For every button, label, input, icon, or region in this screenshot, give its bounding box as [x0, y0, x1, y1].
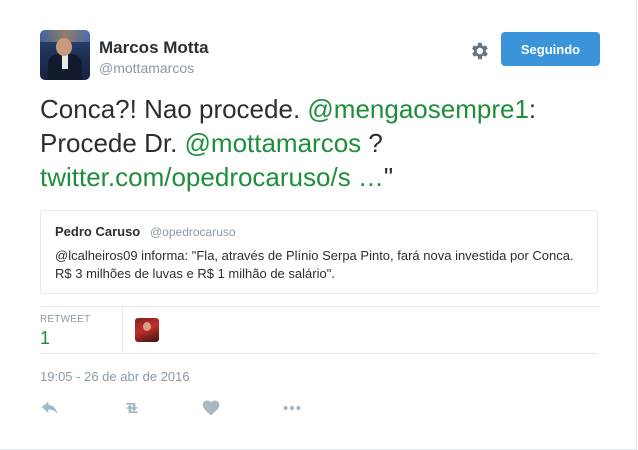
retweeter-avatar[interactable] [135, 318, 159, 342]
user-handle[interactable]: @mottamarcos [99, 60, 194, 76]
retweet-stat-label: RETWEET [40, 314, 91, 325]
tweet-timestamp[interactable]: 19:05 - 26 de abr de 2016 [40, 369, 190, 384]
user-avatar[interactable] [40, 30, 90, 80]
quoted-user-name: Pedro Caruso [55, 224, 141, 239]
following-button[interactable]: Seguindo [501, 32, 600, 66]
quoted-user-handle: @opedrocaruso [150, 225, 236, 239]
tweet-url-link[interactable]: twitter.com/opedrocaruso/s … [40, 162, 384, 192]
retweet-icon[interactable] [121, 398, 143, 418]
quoted-tweet-text: @lcalheiros09 informa: "Fla, através de … [55, 248, 574, 281]
user-name[interactable]: Marcos Motta [99, 38, 209, 58]
tweet-text: Conca?! Nao procede. @mengaosempre1: Pro… [40, 94, 537, 192]
mention-link[interactable]: @mengaosempre1 [307, 94, 529, 124]
mention-link[interactable]: @mottamarcos [185, 128, 362, 158]
retweet-count[interactable]: 1 [40, 328, 50, 349]
reply-icon[interactable] [40, 398, 62, 418]
tweet-card: Marcos Motta @mottamarcos Seguindo Conca… [0, 0, 637, 450]
divider [122, 307, 123, 353]
more-icon[interactable] [281, 398, 303, 418]
like-icon[interactable] [201, 398, 223, 418]
quoted-tweet[interactable]: Pedro Caruso @opedrocaruso @lcalheiros09… [40, 210, 598, 294]
gear-icon[interactable] [468, 40, 490, 62]
divider [40, 306, 598, 307]
divider [40, 353, 598, 354]
